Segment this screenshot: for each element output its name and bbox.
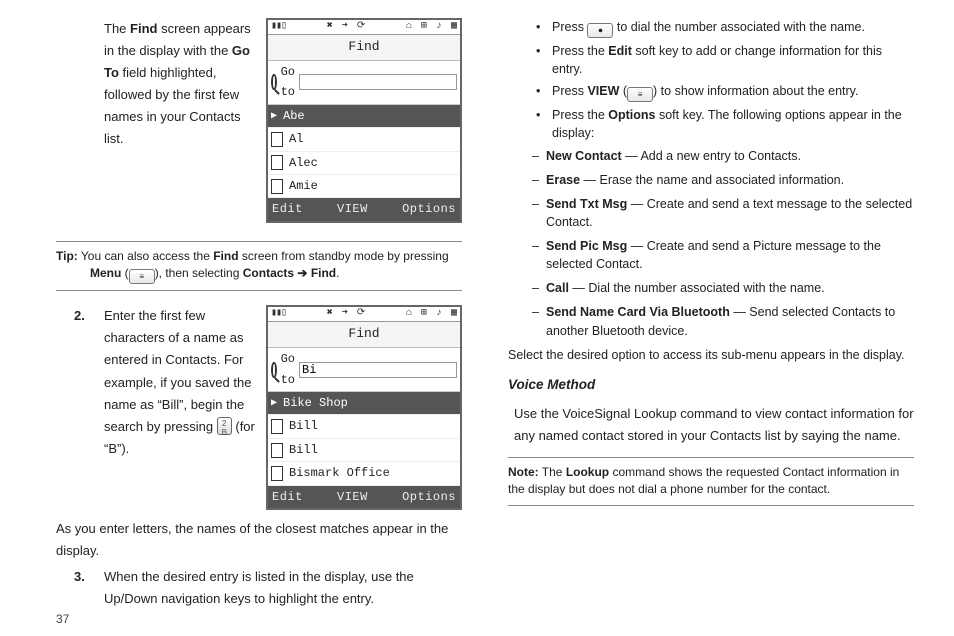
voice-method-body: Use the VoiceSignal Lookup command to vi… — [514, 403, 914, 447]
softkey-bar: Edit VIEW Options — [268, 198, 460, 220]
goto-field: Go to — [268, 61, 460, 105]
softkey-options[interactable]: Options — [402, 487, 456, 507]
phone-icon — [271, 179, 283, 194]
search-icon — [271, 74, 277, 90]
ok-key-icon: ≡ — [627, 87, 653, 102]
option-new-contact: New Contact — Add a new entry to Contact… — [532, 147, 914, 165]
send-key-icon: ⏺ — [587, 23, 613, 38]
softkey-options[interactable]: Options — [402, 199, 456, 219]
phone-icon — [271, 466, 283, 481]
option-erase: Erase — Erase the name and associated in… — [532, 171, 914, 189]
step-2: 2. Enter the first few characters of a n… — [56, 305, 462, 460]
option-send-txt: Send Txt Msg — Create and send a text me… — [532, 195, 914, 231]
screen-title: Find — [268, 35, 460, 61]
right-status-icons: ⌂ ⊞ ♪ ▦ — [403, 21, 457, 33]
selection-marker-icon: ▶ — [271, 108, 277, 125]
menu-key-icon: ≡ — [129, 269, 155, 284]
list-item[interactable]: Al — [268, 128, 460, 151]
left-column: ▮▮▯ ✖ ➜ ⟳ ⌂ ⊞ ♪ ▦ Find — [56, 18, 462, 616]
step-2-after: As you enter letters, the names of the c… — [56, 518, 462, 562]
bullet-press-options: Press the Options soft key. The followin… — [532, 106, 914, 142]
softkey-edit[interactable]: Edit — [272, 487, 303, 507]
softkey-bar: Edit VIEW Options — [268, 486, 460, 508]
option-call: Call — Dial the number associated with t… — [532, 279, 914, 297]
tip-label: Tip: — [56, 249, 78, 263]
top-status-icons: ✖ ➜ ⟳ — [324, 21, 365, 33]
page-number: 37 — [56, 612, 69, 626]
status-bar: ▮▮▯ ✖ ➜ ⟳ ⌂ ⊞ ♪ ▦ — [268, 20, 460, 35]
bullet-press-view: Press VIEW (≡) to show information about… — [532, 82, 914, 102]
option-send-pic: Send Pic Msg — Create and send a Picture… — [532, 237, 914, 273]
list-item[interactable]: Alec — [268, 152, 460, 175]
bullet-press-dial: Press ⏺ to dial the number associated wi… — [532, 18, 914, 38]
option-send-bluetooth: Send Name Card Via Bluetooth — Send sele… — [532, 303, 914, 339]
note-label: Note: — [508, 465, 539, 479]
key-2-icon: 2B — [217, 417, 232, 435]
signal-icon: ▮▮▯ — [271, 21, 286, 33]
list-item[interactable]: ▶ Abe — [268, 105, 460, 128]
list-item[interactable]: Amie — [268, 175, 460, 198]
list-item[interactable]: Bismark Office — [268, 462, 460, 485]
softkey-edit[interactable]: Edit — [272, 199, 303, 219]
voice-method-heading: Voice Method — [508, 374, 914, 397]
goto-label: Go to — [281, 62, 295, 103]
options-after: Select the desired option to access its … — [508, 346, 914, 364]
phone-icon — [271, 132, 283, 147]
tip-box: Tip: You can also access the Find screen… — [56, 241, 462, 291]
note-box: Note: The Lookup command shows the reque… — [508, 457, 914, 506]
step-3: 3. When the desired entry is listed in t… — [56, 566, 462, 610]
contact-name: Abe — [283, 106, 305, 126]
phone-screen-find-1: ▮▮▯ ✖ ➜ ⟳ ⌂ ⊞ ♪ ▦ Find — [266, 18, 462, 223]
softkey-view[interactable]: VIEW — [337, 199, 368, 219]
right-column: Press ⏺ to dial the number associated wi… — [508, 18, 914, 616]
goto-input[interactable] — [299, 74, 457, 90]
softkey-view[interactable]: VIEW — [337, 487, 368, 507]
bullet-press-edit: Press the Edit soft key to add or change… — [532, 42, 914, 78]
phone-icon — [271, 155, 283, 170]
manual-page: ▮▮▯ ✖ ➜ ⟳ ⌂ ⊞ ♪ ▦ Find — [0, 0, 954, 636]
